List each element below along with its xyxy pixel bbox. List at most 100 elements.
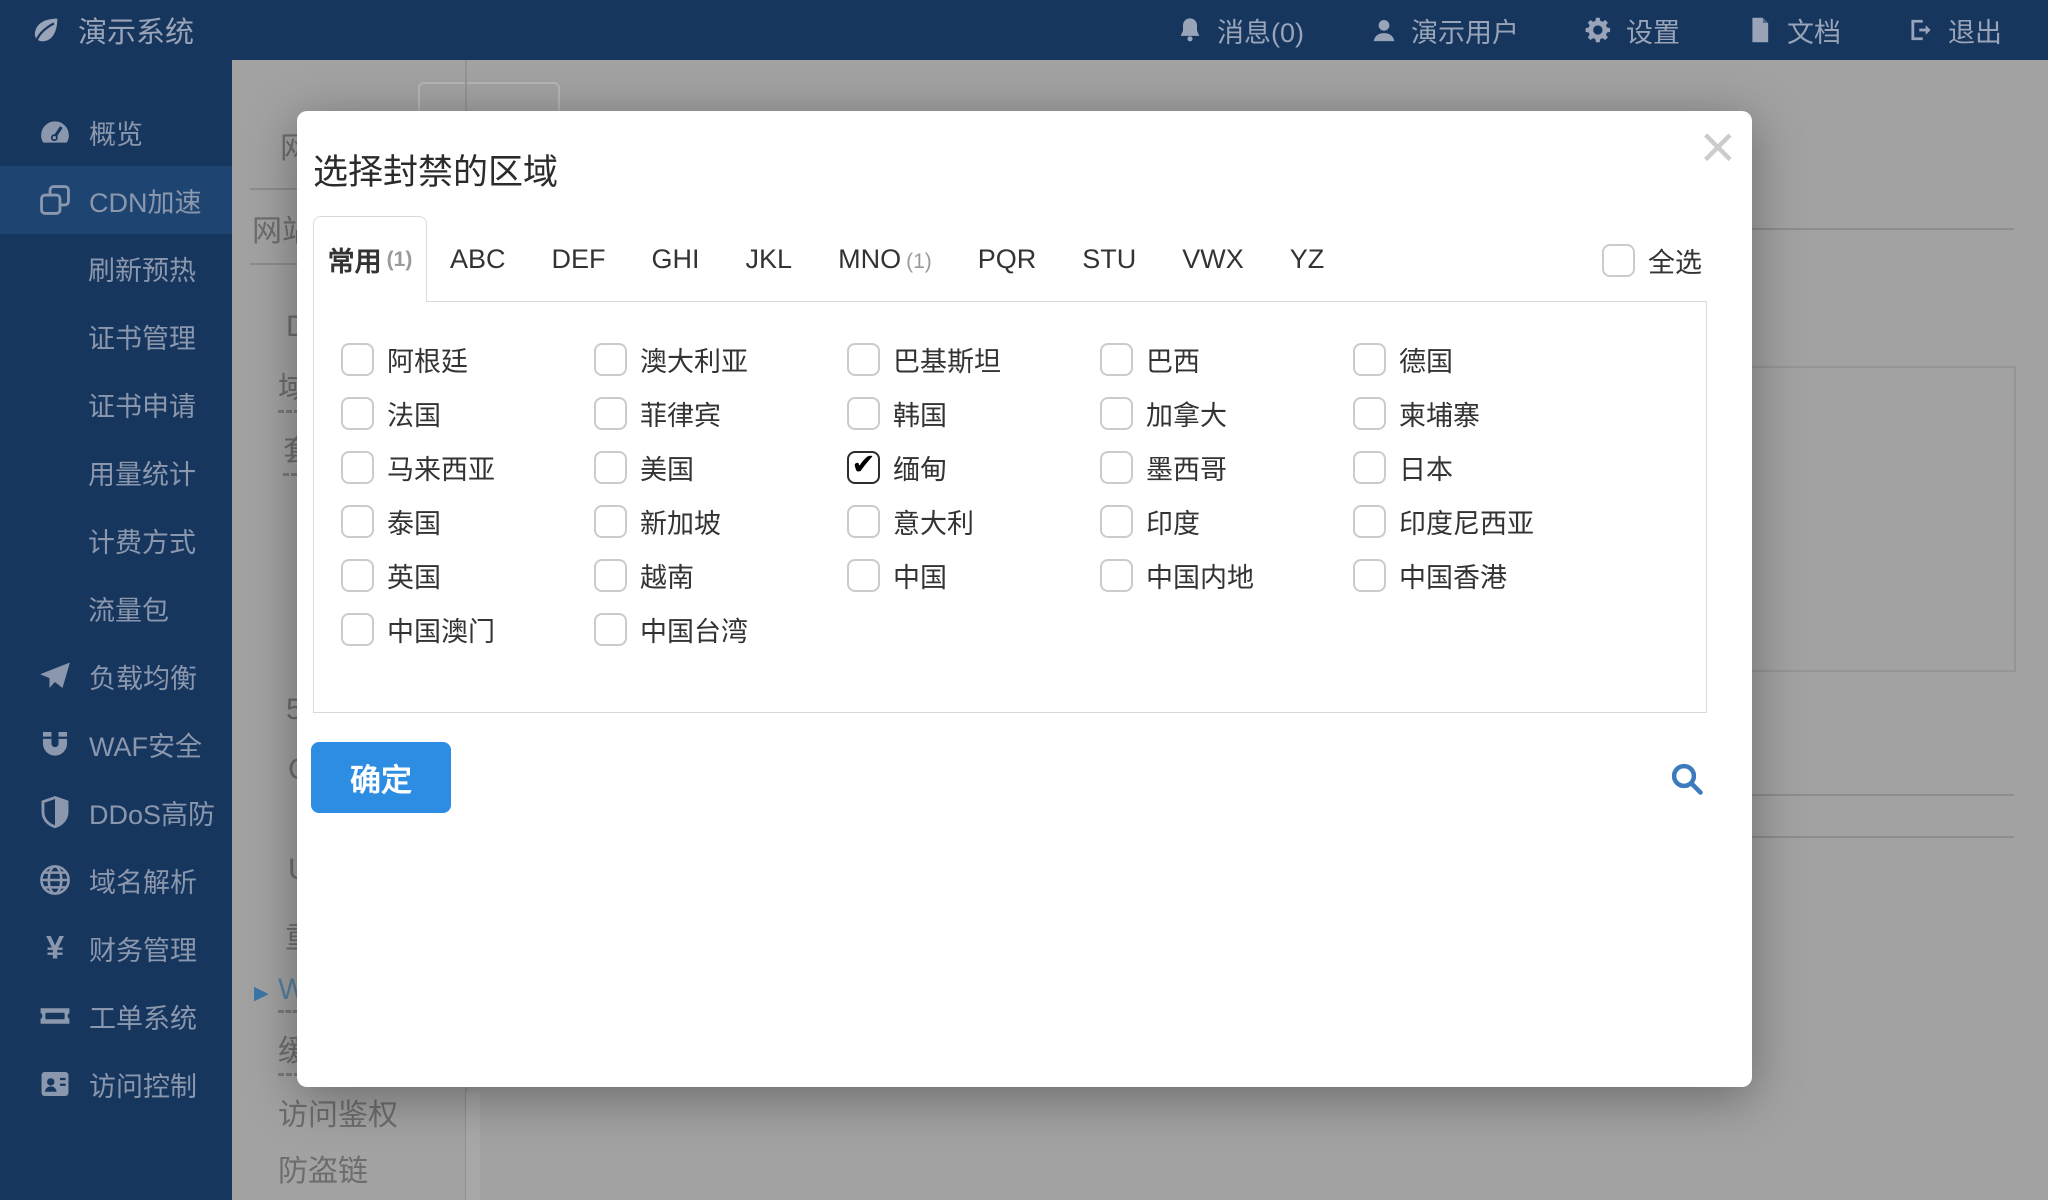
region-checkbox[interactable] bbox=[1100, 343, 1133, 376]
region-item[interactable]: 新加坡 bbox=[594, 494, 847, 548]
app-logo[interactable]: 演示系统 bbox=[0, 9, 194, 51]
search-icon[interactable] bbox=[1669, 761, 1705, 797]
region-label: 缅甸 bbox=[893, 448, 947, 487]
close-icon[interactable]: × bbox=[1700, 117, 1736, 179]
region-checkbox[interactable] bbox=[341, 451, 374, 484]
sidebar-item-cert-manage[interactable]: 证书管理 bbox=[0, 302, 232, 370]
region-item[interactable]: 阿根廷 bbox=[341, 332, 594, 386]
region-item[interactable]: 印度尼西亚 bbox=[1353, 494, 1606, 548]
sidebar-item-waf[interactable]: WAF安全 bbox=[0, 710, 232, 778]
region-item[interactable]: 美国 bbox=[594, 440, 847, 494]
region-checkbox[interactable] bbox=[1100, 451, 1133, 484]
region-checkbox[interactable] bbox=[341, 613, 374, 646]
sidebar-item-label: 流量包 bbox=[88, 589, 169, 628]
region-checkbox[interactable] bbox=[594, 451, 627, 484]
tab-def[interactable]: DEF bbox=[529, 244, 629, 275]
region-checkbox[interactable] bbox=[847, 343, 880, 376]
region-checkbox[interactable] bbox=[1100, 397, 1133, 430]
region-item[interactable]: 意大利 bbox=[847, 494, 1100, 548]
sidebar-item-finance[interactable]: ¥财务管理 bbox=[0, 914, 232, 982]
region-checkbox[interactable]: ✔ bbox=[847, 451, 880, 484]
region-item[interactable]: 巴西 bbox=[1100, 332, 1353, 386]
region-checkbox[interactable] bbox=[1353, 451, 1386, 484]
nav-item-settings[interactable]: 设置 bbox=[1585, 11, 1680, 50]
region-item[interactable]: 中国澳门 bbox=[341, 602, 594, 656]
region-item[interactable]: 英国 bbox=[341, 548, 594, 602]
region-checkbox[interactable] bbox=[341, 559, 374, 592]
nav-item-messages[interactable]: 消息(0) bbox=[1176, 11, 1304, 50]
region-item[interactable]: 柬埔寨 bbox=[1353, 386, 1606, 440]
sidebar-item-label: 访问控制 bbox=[89, 1065, 197, 1104]
nav-item-logout[interactable]: 退出 bbox=[1907, 11, 2002, 50]
region-item[interactable]: 法国 bbox=[341, 386, 594, 440]
tab-yz[interactable]: YZ bbox=[1267, 244, 1348, 275]
sidebar-item-billing[interactable]: 计费方式 bbox=[0, 506, 232, 574]
sidebar-item-label: 工单系统 bbox=[89, 997, 197, 1036]
region-checkbox[interactable] bbox=[594, 343, 627, 376]
region-item[interactable]: 菲律宾 bbox=[594, 386, 847, 440]
region-checkbox[interactable] bbox=[341, 397, 374, 430]
region-item[interactable]: 泰国 bbox=[341, 494, 594, 548]
region-item[interactable]: 马来西亚 bbox=[341, 440, 594, 494]
region-item[interactable]: 巴基斯坦 bbox=[847, 332, 1100, 386]
region-item[interactable]: 日本 bbox=[1353, 440, 1606, 494]
region-checkbox[interactable] bbox=[341, 343, 374, 376]
tab-pqr[interactable]: PQR bbox=[955, 244, 1060, 275]
sidebar-item-load-balance[interactable]: 负载均衡 bbox=[0, 642, 232, 710]
region-checkbox[interactable] bbox=[1353, 397, 1386, 430]
tab-ghi[interactable]: GHI bbox=[629, 244, 723, 275]
region-item[interactable]: 加拿大 bbox=[1100, 386, 1353, 440]
region-label: 巴基斯坦 bbox=[893, 340, 1001, 379]
sidebar-item-usage-stats[interactable]: 用量统计 bbox=[0, 438, 232, 506]
region-checkbox[interactable] bbox=[1353, 343, 1386, 376]
tab-vwx[interactable]: VWX bbox=[1159, 244, 1267, 275]
scrollbar[interactable] bbox=[465, 1092, 480, 1200]
confirm-button[interactable]: 确定 bbox=[311, 742, 451, 813]
region-item[interactable]: 中国内地 bbox=[1100, 548, 1353, 602]
tab-mno[interactable]: MNO(1) bbox=[815, 244, 955, 275]
region-checkbox[interactable] bbox=[1100, 505, 1133, 538]
region-item[interactable]: 德国 bbox=[1353, 332, 1606, 386]
region-item[interactable]: 澳大利亚 bbox=[594, 332, 847, 386]
sidebar-item-cdn[interactable]: CDN加速 bbox=[0, 166, 232, 234]
region-checkbox[interactable] bbox=[594, 559, 627, 592]
region-item[interactable]: 中国 bbox=[847, 548, 1100, 602]
nav-item-docs[interactable]: 文档 bbox=[1746, 11, 1841, 50]
region-item[interactable]: ✔ 缅甸 bbox=[847, 440, 1100, 494]
region-checkbox[interactable] bbox=[1353, 505, 1386, 538]
region-label: 中国内地 bbox=[1146, 556, 1254, 595]
region-item[interactable]: 越南 bbox=[594, 548, 847, 602]
sidebar-item-refresh-preheat[interactable]: 刷新预热 bbox=[0, 234, 232, 302]
region-item[interactable]: 印度 bbox=[1100, 494, 1353, 548]
sidebar-item-ddos[interactable]: DDoS高防 bbox=[0, 778, 232, 846]
region-item[interactable]: 中国台湾 bbox=[594, 602, 847, 656]
select-all-checkbox[interactable] bbox=[1602, 244, 1635, 277]
magnet-icon bbox=[38, 727, 72, 761]
region-checkbox[interactable] bbox=[1353, 559, 1386, 592]
region-checkbox[interactable] bbox=[847, 397, 880, 430]
nav-item-label: 消息(0) bbox=[1217, 11, 1304, 50]
tab-abc[interactable]: ABC bbox=[427, 244, 529, 275]
sidebar-item-tickets[interactable]: 工单系统 bbox=[0, 982, 232, 1050]
region-checkbox[interactable] bbox=[594, 613, 627, 646]
nav-item-user[interactable]: 演示用户 bbox=[1370, 11, 1519, 50]
tab-stu[interactable]: STU bbox=[1059, 244, 1159, 275]
region-checkbox[interactable] bbox=[847, 559, 880, 592]
select-all-option[interactable]: 全选 bbox=[1602, 241, 1702, 280]
sidebar-item-overview[interactable]: 概览 bbox=[0, 98, 232, 166]
region-checkbox[interactable] bbox=[594, 505, 627, 538]
region-checkbox[interactable] bbox=[341, 505, 374, 538]
sidebar-item-dns[interactable]: 域名解析 bbox=[0, 846, 232, 914]
region-checkbox[interactable] bbox=[594, 397, 627, 430]
tab-jkl[interactable]: JKL bbox=[723, 244, 816, 275]
sidebar-item-cert-apply[interactable]: 证书申请 bbox=[0, 370, 232, 438]
region-checkbox[interactable] bbox=[847, 505, 880, 538]
tab-common[interactable]: 常用(1) bbox=[313, 216, 427, 302]
sidebar-item-access-control[interactable]: 访问控制 bbox=[0, 1050, 232, 1118]
gear-icon bbox=[1585, 16, 1613, 44]
sidebar-item-traffic-package[interactable]: 流量包 bbox=[0, 574, 232, 642]
region-item[interactable]: 中国香港 bbox=[1353, 548, 1606, 602]
region-item[interactable]: 韩国 bbox=[847, 386, 1100, 440]
region-checkbox[interactable] bbox=[1100, 559, 1133, 592]
region-item[interactable]: 墨西哥 bbox=[1100, 440, 1353, 494]
